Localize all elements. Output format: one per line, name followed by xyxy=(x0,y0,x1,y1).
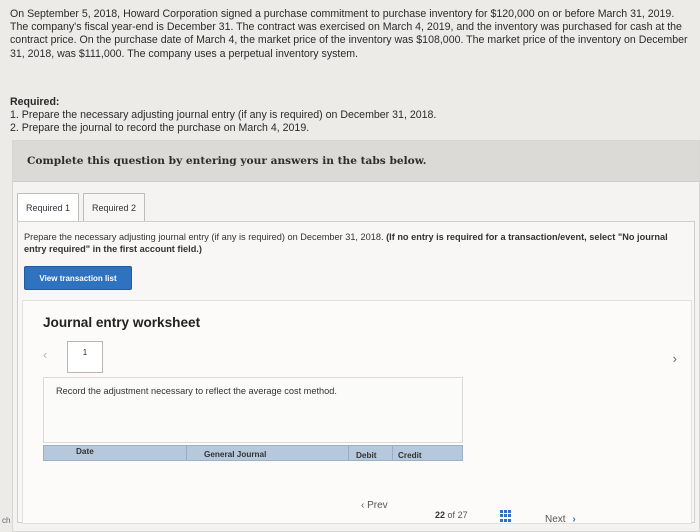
transaction-description-box: Record the adjustment necessary to refle… xyxy=(43,377,463,443)
view-transaction-list-button[interactable]: View transaction list xyxy=(24,266,132,290)
total-questions: 27 xyxy=(457,510,468,520)
question-counter: 22 of 27 xyxy=(435,510,468,520)
transaction-description: Record the adjustment necessary to refle… xyxy=(56,386,337,396)
chevron-right-icon[interactable]: › xyxy=(673,351,677,366)
journal-table-header: Date General Journal Debit Credit xyxy=(43,445,463,461)
prev-label: Prev xyxy=(367,500,388,511)
chevron-left-icon[interactable]: ‹ xyxy=(43,347,47,362)
required-section: Required: 1. Prepare the necessary adjus… xyxy=(10,96,436,136)
worksheet-title: Journal entry worksheet xyxy=(43,315,201,330)
next-button[interactable]: Next › xyxy=(545,514,576,525)
chevron-right-icon: › xyxy=(572,514,576,525)
question-panel: Complete this question by entering your … xyxy=(12,140,700,532)
required-item-2: 2. Prepare the journal to record the pur… xyxy=(10,122,310,135)
chevron-left-icon: ‹ xyxy=(361,500,365,511)
problem-statement: On September 5, 2018, Howard Corporation… xyxy=(10,8,688,60)
col-credit: Credit xyxy=(398,451,422,460)
instruction-main: Prepare the necessary adjusting journal … xyxy=(24,232,384,242)
required-item-1: 1. Prepare the necessary adjusting journ… xyxy=(10,109,437,122)
of-label: of xyxy=(447,510,456,520)
required-header: Required: xyxy=(10,96,60,108)
tabs: Required 1 Required 2 xyxy=(17,193,149,223)
journal-entry-worksheet: Journal entry worksheet ‹ 1 › Record the… xyxy=(22,300,692,524)
current-question: 22 xyxy=(435,510,446,520)
tab-required-1[interactable]: Required 1 xyxy=(17,193,80,223)
edge-text: ch xyxy=(2,516,11,525)
worksheet-page-number[interactable]: 1 xyxy=(67,341,103,373)
col-debit: Debit xyxy=(356,451,377,460)
tab-content: Prepare the necessary adjusting journal … xyxy=(17,221,695,524)
next-label: Next xyxy=(545,514,566,525)
instruction-text: Prepare the necessary adjusting journal … xyxy=(24,232,688,255)
tab-required-2[interactable]: Required 2 xyxy=(83,193,146,223)
col-general-journal: General Journal xyxy=(204,450,267,459)
prev-button[interactable]: ‹ Prev xyxy=(361,500,388,511)
grid-icon[interactable] xyxy=(500,510,512,522)
col-date: Date xyxy=(76,447,94,456)
panel-header: Complete this question by entering your … xyxy=(13,141,699,182)
